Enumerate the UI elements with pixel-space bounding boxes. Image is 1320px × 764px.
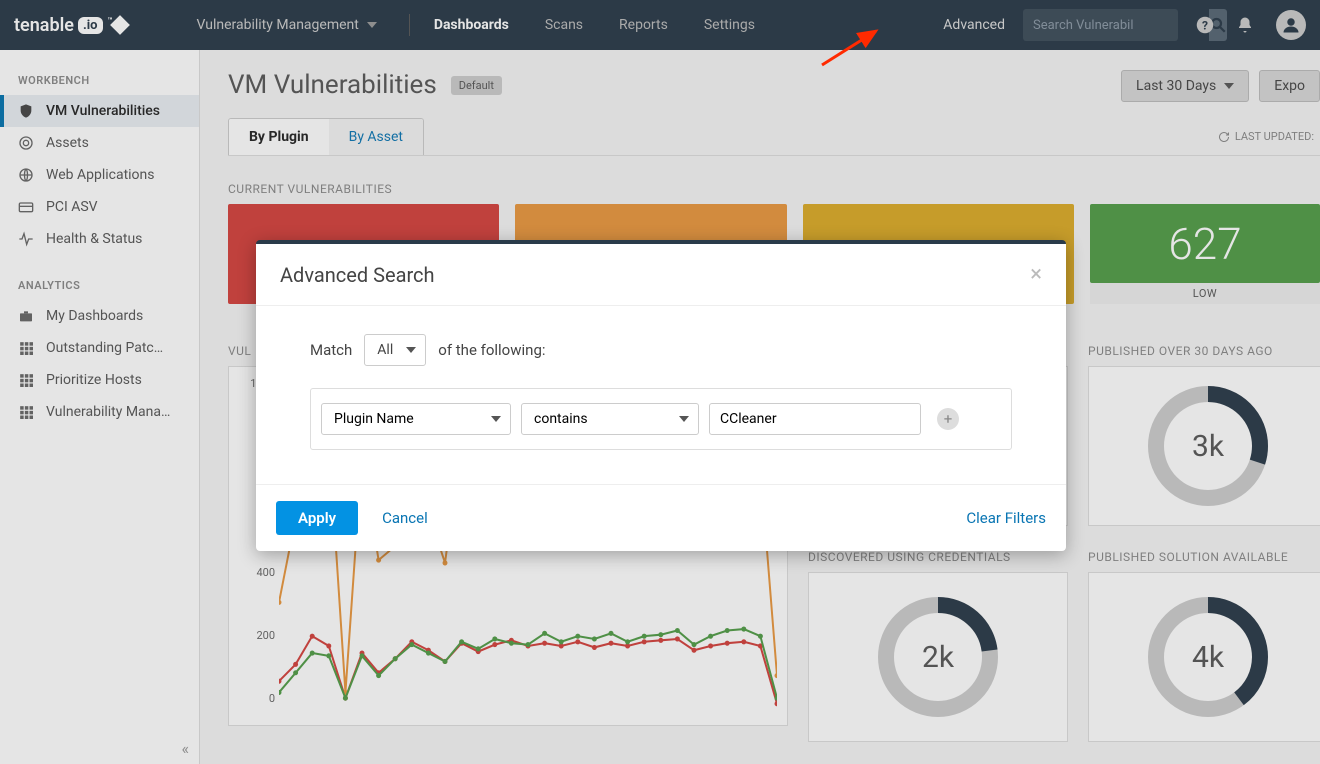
modal-title: Advanced Search [280,263,435,287]
advanced-search-modal: Advanced Search × Match All of the follo… [256,240,1066,551]
match-value: All [377,342,393,358]
modal-body: Match All of the following: Plugin Name … [256,306,1066,484]
chevron-down-icon [491,416,501,422]
operator-select[interactable]: contains [521,403,699,435]
field-value: Plugin Name [334,411,414,427]
match-select[interactable]: All [364,334,426,366]
chevron-down-icon [679,416,689,422]
apply-button[interactable]: Apply [276,501,358,535]
cancel-link[interactable]: Cancel [382,509,428,527]
match-suffix: of the following: [438,341,545,359]
operator-value: contains [534,411,588,427]
field-select[interactable]: Plugin Name [321,403,511,435]
clear-filters-link[interactable]: Clear Filters [966,509,1046,527]
modal-header: Advanced Search × [256,244,1066,306]
chevron-down-icon [406,347,416,353]
filter-value-input[interactable] [709,403,921,435]
add-rule-button[interactable]: + [937,408,959,430]
filter-rule-row: Plugin Name contains + [310,388,1012,450]
match-row: Match All of the following: [310,334,1012,366]
modal-close-button[interactable]: × [1030,262,1042,287]
match-prefix: Match [310,341,352,359]
modal-footer: Apply Cancel Clear Filters [256,484,1066,551]
